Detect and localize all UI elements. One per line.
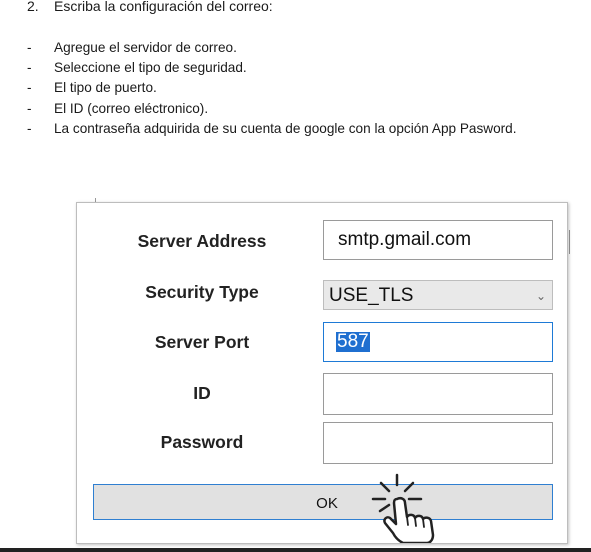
server-port-value: 587 [336,331,370,352]
list-item-text: El tipo de puerto. [54,80,157,96]
list-item-text: Seleccione el tipo de seguridad. [54,60,247,76]
bullet-marker: - [27,100,32,116]
bullet-marker: - [27,120,32,136]
server-address-input[interactable]: smtp.gmail.com [323,220,553,260]
list-item: - Agregue el servidor de correo. [27,38,517,58]
hand-pointer-icon [371,473,435,543]
ok-button-label: OK [316,495,338,512]
bullet-marker: - [27,40,32,55]
step-heading: 2. Escriba la configuración del correo: [27,0,273,14]
list-item: - El tipo de puerto. [27,78,517,98]
bullet-marker: - [27,60,32,76]
id-label: ID [193,383,211,403]
security-type-label: Security Type [145,282,259,302]
email-settings-dialog: Server Address smtp.gmail.com Security T… [76,202,568,544]
instruction-list: - Agregue el servidor de correo. - Selecci… [27,38,517,139]
page-bottom-border [0,548,591,552]
step-number: 2. [27,0,39,14]
list-item: - La contraseña adquirida de su cuenta de… [27,119,517,139]
id-input[interactable] [323,373,553,415]
server-port-input[interactable]: 587 [323,322,553,362]
list-item: - Seleccione el tipo de seguridad. [27,58,517,78]
server-address-label: Server Address [137,231,267,251]
list-item-text: El ID (correo eléctronico). [54,100,209,116]
bullet-marker: - [27,80,32,96]
password-label: Password [160,432,244,452]
password-input[interactable] [323,422,553,464]
step-text: Escriba la configuración del correo: [54,0,273,14]
list-item-text: La contraseña adquirida de su cuenta de … [54,120,517,136]
security-type-value: USE_TLS [329,285,414,306]
background-edge [569,230,570,254]
list-item: - El ID (correo eléctronico). [27,99,517,119]
chevron-down-icon[interactable]: ⌄ [536,281,546,311]
list-item-text: Agregue el servidor de correo. [54,40,237,55]
server-port-label: Server Port [154,332,250,352]
security-type-select[interactable]: USE_TLS ⌄ [323,280,553,310]
